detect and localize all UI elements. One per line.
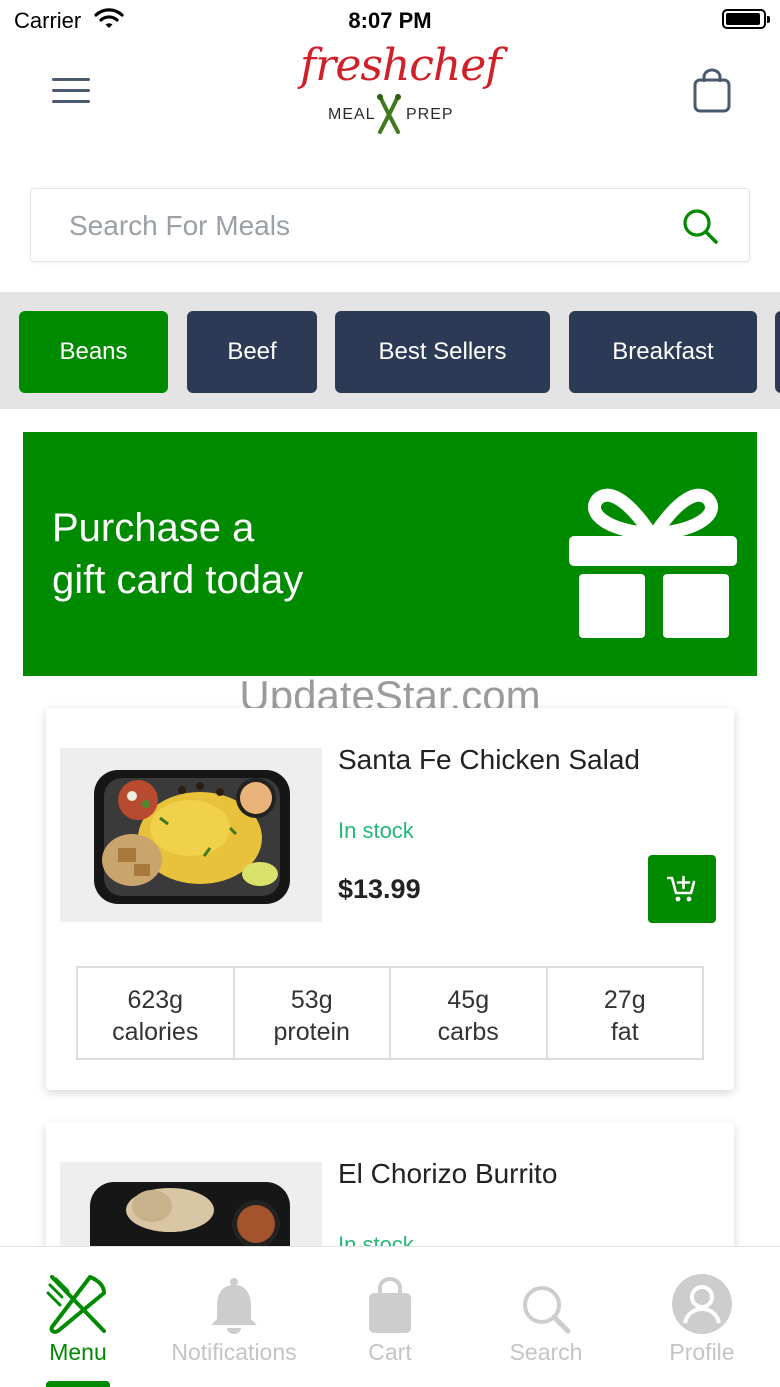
battery-icon xyxy=(722,9,770,29)
macro-label: fat xyxy=(610,1018,639,1046)
search-bar xyxy=(30,188,750,262)
gift-card-text: Purchase a gift card today xyxy=(52,502,303,606)
tab-label: Profile xyxy=(669,1339,735,1365)
tab-profile[interactable]: Profile xyxy=(624,1269,780,1366)
category-chip-label: Beef xyxy=(227,338,277,365)
bell-icon xyxy=(156,1269,312,1335)
tab-search[interactable]: Search xyxy=(468,1269,624,1366)
status-bar: Carrier 8:07 PM xyxy=(0,0,780,40)
macro-label: calories xyxy=(112,1018,199,1046)
cart-bag-button[interactable] xyxy=(692,68,732,119)
meal-image xyxy=(60,748,322,922)
macro-fat: 27g fat xyxy=(548,968,703,1058)
gift-icon xyxy=(569,488,737,638)
tab-notifications[interactable]: Notifications xyxy=(156,1269,312,1366)
search-icon[interactable] xyxy=(681,207,719,250)
category-chip-label: Breakfast xyxy=(612,338,714,365)
category-chip-label: Beans xyxy=(59,338,128,365)
logo-wordmark: freshchef xyxy=(300,40,502,91)
meal-name: Santa Fe Chicken Salad xyxy=(338,744,640,775)
tab-cart[interactable]: Cart xyxy=(312,1269,468,1366)
meal-name: El Chorizo Burrito xyxy=(338,1158,558,1189)
shopping-bag-icon xyxy=(693,68,731,113)
meal-card[interactable]: Santa Fe Chicken Salad In stock $13.99 6… xyxy=(46,708,734,1090)
category-chip-breakfast[interactable]: Breakfast xyxy=(569,311,757,393)
menu-hamburger-button[interactable] xyxy=(52,78,90,106)
logo-sub-meal: MEAL xyxy=(328,106,376,123)
freshchef-logo: freshchef MEAL PREP xyxy=(300,38,502,144)
macro-value: 53g xyxy=(290,986,333,1014)
add-to-cart-icon xyxy=(667,875,696,902)
clock: 8:07 PM xyxy=(348,8,432,33)
category-chip-next[interactable] xyxy=(775,311,780,393)
macro-calories: 623g calories xyxy=(78,968,235,1058)
category-chip-beans[interactable]: Beans xyxy=(19,311,168,393)
fork-knife-icon xyxy=(0,1269,156,1335)
logo-sub-prep: PREP xyxy=(406,106,454,123)
add-to-cart-button[interactable] xyxy=(648,855,716,923)
tab-label: Menu xyxy=(49,1339,107,1365)
category-chip-best-sellers[interactable]: Best Sellers xyxy=(335,311,550,393)
macros-table: 623g calories 53g protein 45g carbs 27g … xyxy=(76,966,704,1060)
gift-card-line1: Purchase a xyxy=(52,506,255,550)
macro-label: carbs xyxy=(437,1018,499,1046)
asparagus-icon xyxy=(377,94,401,134)
macro-value: 623g xyxy=(127,986,184,1014)
search-icon xyxy=(468,1269,624,1335)
meal-price: $13.99 xyxy=(338,874,421,904)
tab-label: Notifications xyxy=(171,1339,297,1365)
bottom-tab-bar: Menu Notifications Cart Search Profile xyxy=(0,1246,780,1387)
category-chip-label: Best Sellers xyxy=(378,338,507,365)
macro-protein: 53g protein xyxy=(235,968,391,1058)
gift-card-banner[interactable]: Purchase a gift card today xyxy=(23,432,757,676)
profile-icon xyxy=(624,1269,780,1335)
active-tab-indicator xyxy=(46,1381,110,1387)
macro-label: protein xyxy=(273,1018,350,1046)
bag-icon xyxy=(312,1269,468,1335)
stock-status: In stock xyxy=(338,818,414,843)
category-strip: Beans Beef Best Sellers Breakfast xyxy=(0,292,780,409)
macro-value: 45g xyxy=(447,986,490,1014)
tab-label: Cart xyxy=(368,1339,412,1365)
macro-value: 27g xyxy=(603,986,646,1014)
macro-carbs: 45g carbs xyxy=(391,968,548,1058)
category-chip-beef[interactable]: Beef xyxy=(187,311,317,393)
tab-label: Search xyxy=(509,1339,583,1365)
tab-menu[interactable]: Menu xyxy=(0,1269,156,1366)
gift-card-line2: gift card today xyxy=(52,558,304,602)
search-input[interactable] xyxy=(69,205,669,247)
